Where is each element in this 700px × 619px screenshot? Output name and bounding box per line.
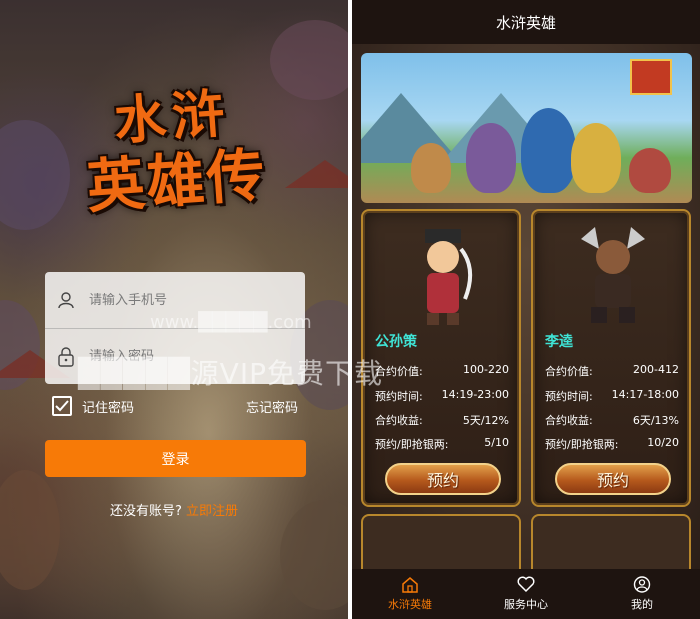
row-label: 预约/即抢银两: [375, 438, 449, 451]
hero-card-3[interactable] [361, 514, 521, 574]
hero-figure [571, 123, 621, 193]
row-label: 预约/即抢银两: [545, 438, 619, 451]
login-options: 记住密码 忘记密码 [52, 395, 298, 417]
hero-figure [411, 143, 451, 193]
book-button[interactable]: 预约 [385, 463, 501, 495]
pavilion-roof [285, 160, 348, 188]
hero-figure [521, 108, 576, 193]
row-value: 5/10 [484, 436, 509, 449]
app-content: 公孙策 合约价值: 100-220 预约时间: 14:19-23:00 合约收益: 5… [352, 44, 700, 574]
silver-row: 预约/即抢银两: 10/20 [545, 436, 679, 452]
contract-yield-row: 合约收益: 5天/12% [375, 412, 509, 428]
no-account-text: 还没有账号? [109, 504, 182, 519]
game-logo: 水浒 英雄传 [55, 80, 294, 236]
forgot-password-link[interactable]: 忘记密码 [246, 397, 298, 416]
remember-label: 记住密码 [82, 400, 135, 416]
tab-label: 我的 [631, 598, 653, 611]
contract-yield-row: 合约收益: 6天/13% [545, 412, 679, 428]
row-label: 合约收益: [545, 414, 593, 427]
tab-service[interactable]: 服务中心 [468, 569, 584, 619]
book-button[interactable]: 预约 [555, 463, 671, 495]
login-button[interactable]: 登录 [45, 440, 306, 477]
home-icon [402, 577, 418, 593]
app-title: 水浒英雄 [495, 13, 556, 32]
logo-line-2: 英雄传 [84, 140, 269, 222]
app-header: 水浒英雄 [352, 0, 700, 44]
tab-label: 服务中心 [504, 598, 548, 611]
hero-portrait [425, 229, 473, 325]
watermark-url: www.█████.com [150, 312, 312, 333]
app-screen: 水浒英雄 公孙策 合约价值:100-220 预约时间:14:19-23:00 [352, 0, 700, 619]
hero-figure [466, 123, 516, 193]
silver-row: 预约/即抢银两: 5/10 [375, 436, 509, 452]
tree-decoration [0, 470, 60, 590]
user-icon [633, 576, 651, 593]
hero-name: 公孙策 [375, 334, 417, 350]
tab-me[interactable]: 我的 [584, 569, 700, 619]
user-icon [57, 290, 75, 310]
hero-figure [629, 148, 671, 193]
remember-checkbox[interactable] [52, 396, 72, 416]
row-label: 合约收益: [375, 414, 423, 427]
phone-input[interactable] [89, 292, 289, 308]
register-prompt: 还没有账号? 立即注册 [0, 500, 348, 519]
tab-label: 水浒英雄 [388, 598, 432, 611]
check-icon [55, 400, 69, 412]
banner-flag [630, 59, 672, 95]
bottom-tab-bar: 水浒英雄 服务中心 我的 [352, 569, 700, 619]
login-screen: 水浒 英雄传 记住密码 忘记密码 登录 还没有账号? 立即注册 [0, 0, 348, 619]
row-value: 6天/13% [632, 414, 679, 427]
watermark-text: █████源VIP免费下载 [78, 357, 383, 390]
register-link[interactable]: 立即注册 [186, 504, 238, 519]
row-value: 10/20 [647, 436, 679, 449]
row-value: 5天/12% [462, 414, 509, 427]
hero-name: 李逵 [545, 334, 573, 350]
remember-password[interactable]: 记住密码 [52, 396, 134, 416]
hero-card-4[interactable] [531, 514, 691, 574]
tab-heroes[interactable]: 水浒英雄 [352, 569, 468, 619]
hero-portrait [581, 227, 645, 323]
hero-banner[interactable] [361, 53, 692, 203]
heart-icon [517, 576, 535, 593]
